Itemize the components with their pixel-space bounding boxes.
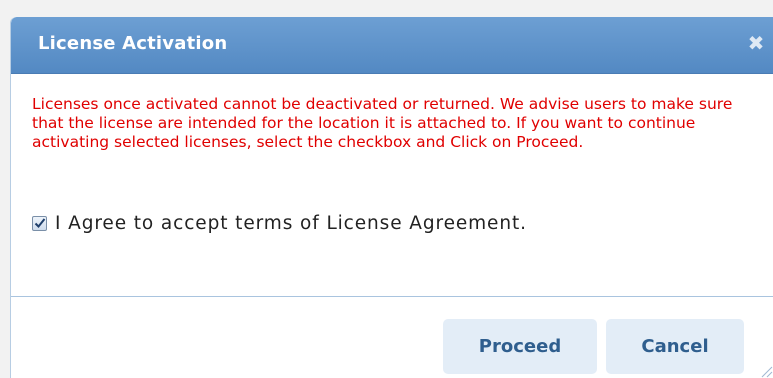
close-icon[interactable]: ✖ [745, 32, 767, 54]
dialog-title-bar[interactable]: License Activation ✖ [11, 17, 773, 74]
checkmark-icon [34, 218, 46, 228]
resize-handle-icon[interactable] [759, 364, 773, 378]
agree-label: I Agree to accept terms of License Agree… [55, 213, 527, 234]
agree-row: I Agree to accept terms of License Agree… [32, 213, 527, 234]
agree-checkbox[interactable] [32, 216, 47, 231]
cancel-button[interactable]: Cancel [606, 319, 744, 374]
dialog-content: Licenses once activated cannot be deacti… [32, 95, 752, 152]
footer-divider [11, 296, 773, 297]
proceed-button[interactable]: Proceed [443, 319, 597, 374]
license-activation-dialog: License Activation ✖ Licenses once activ… [10, 17, 773, 378]
warning-message: Licenses once activated cannot be deacti… [32, 95, 733, 151]
dialog-title: License Activation [38, 33, 228, 54]
